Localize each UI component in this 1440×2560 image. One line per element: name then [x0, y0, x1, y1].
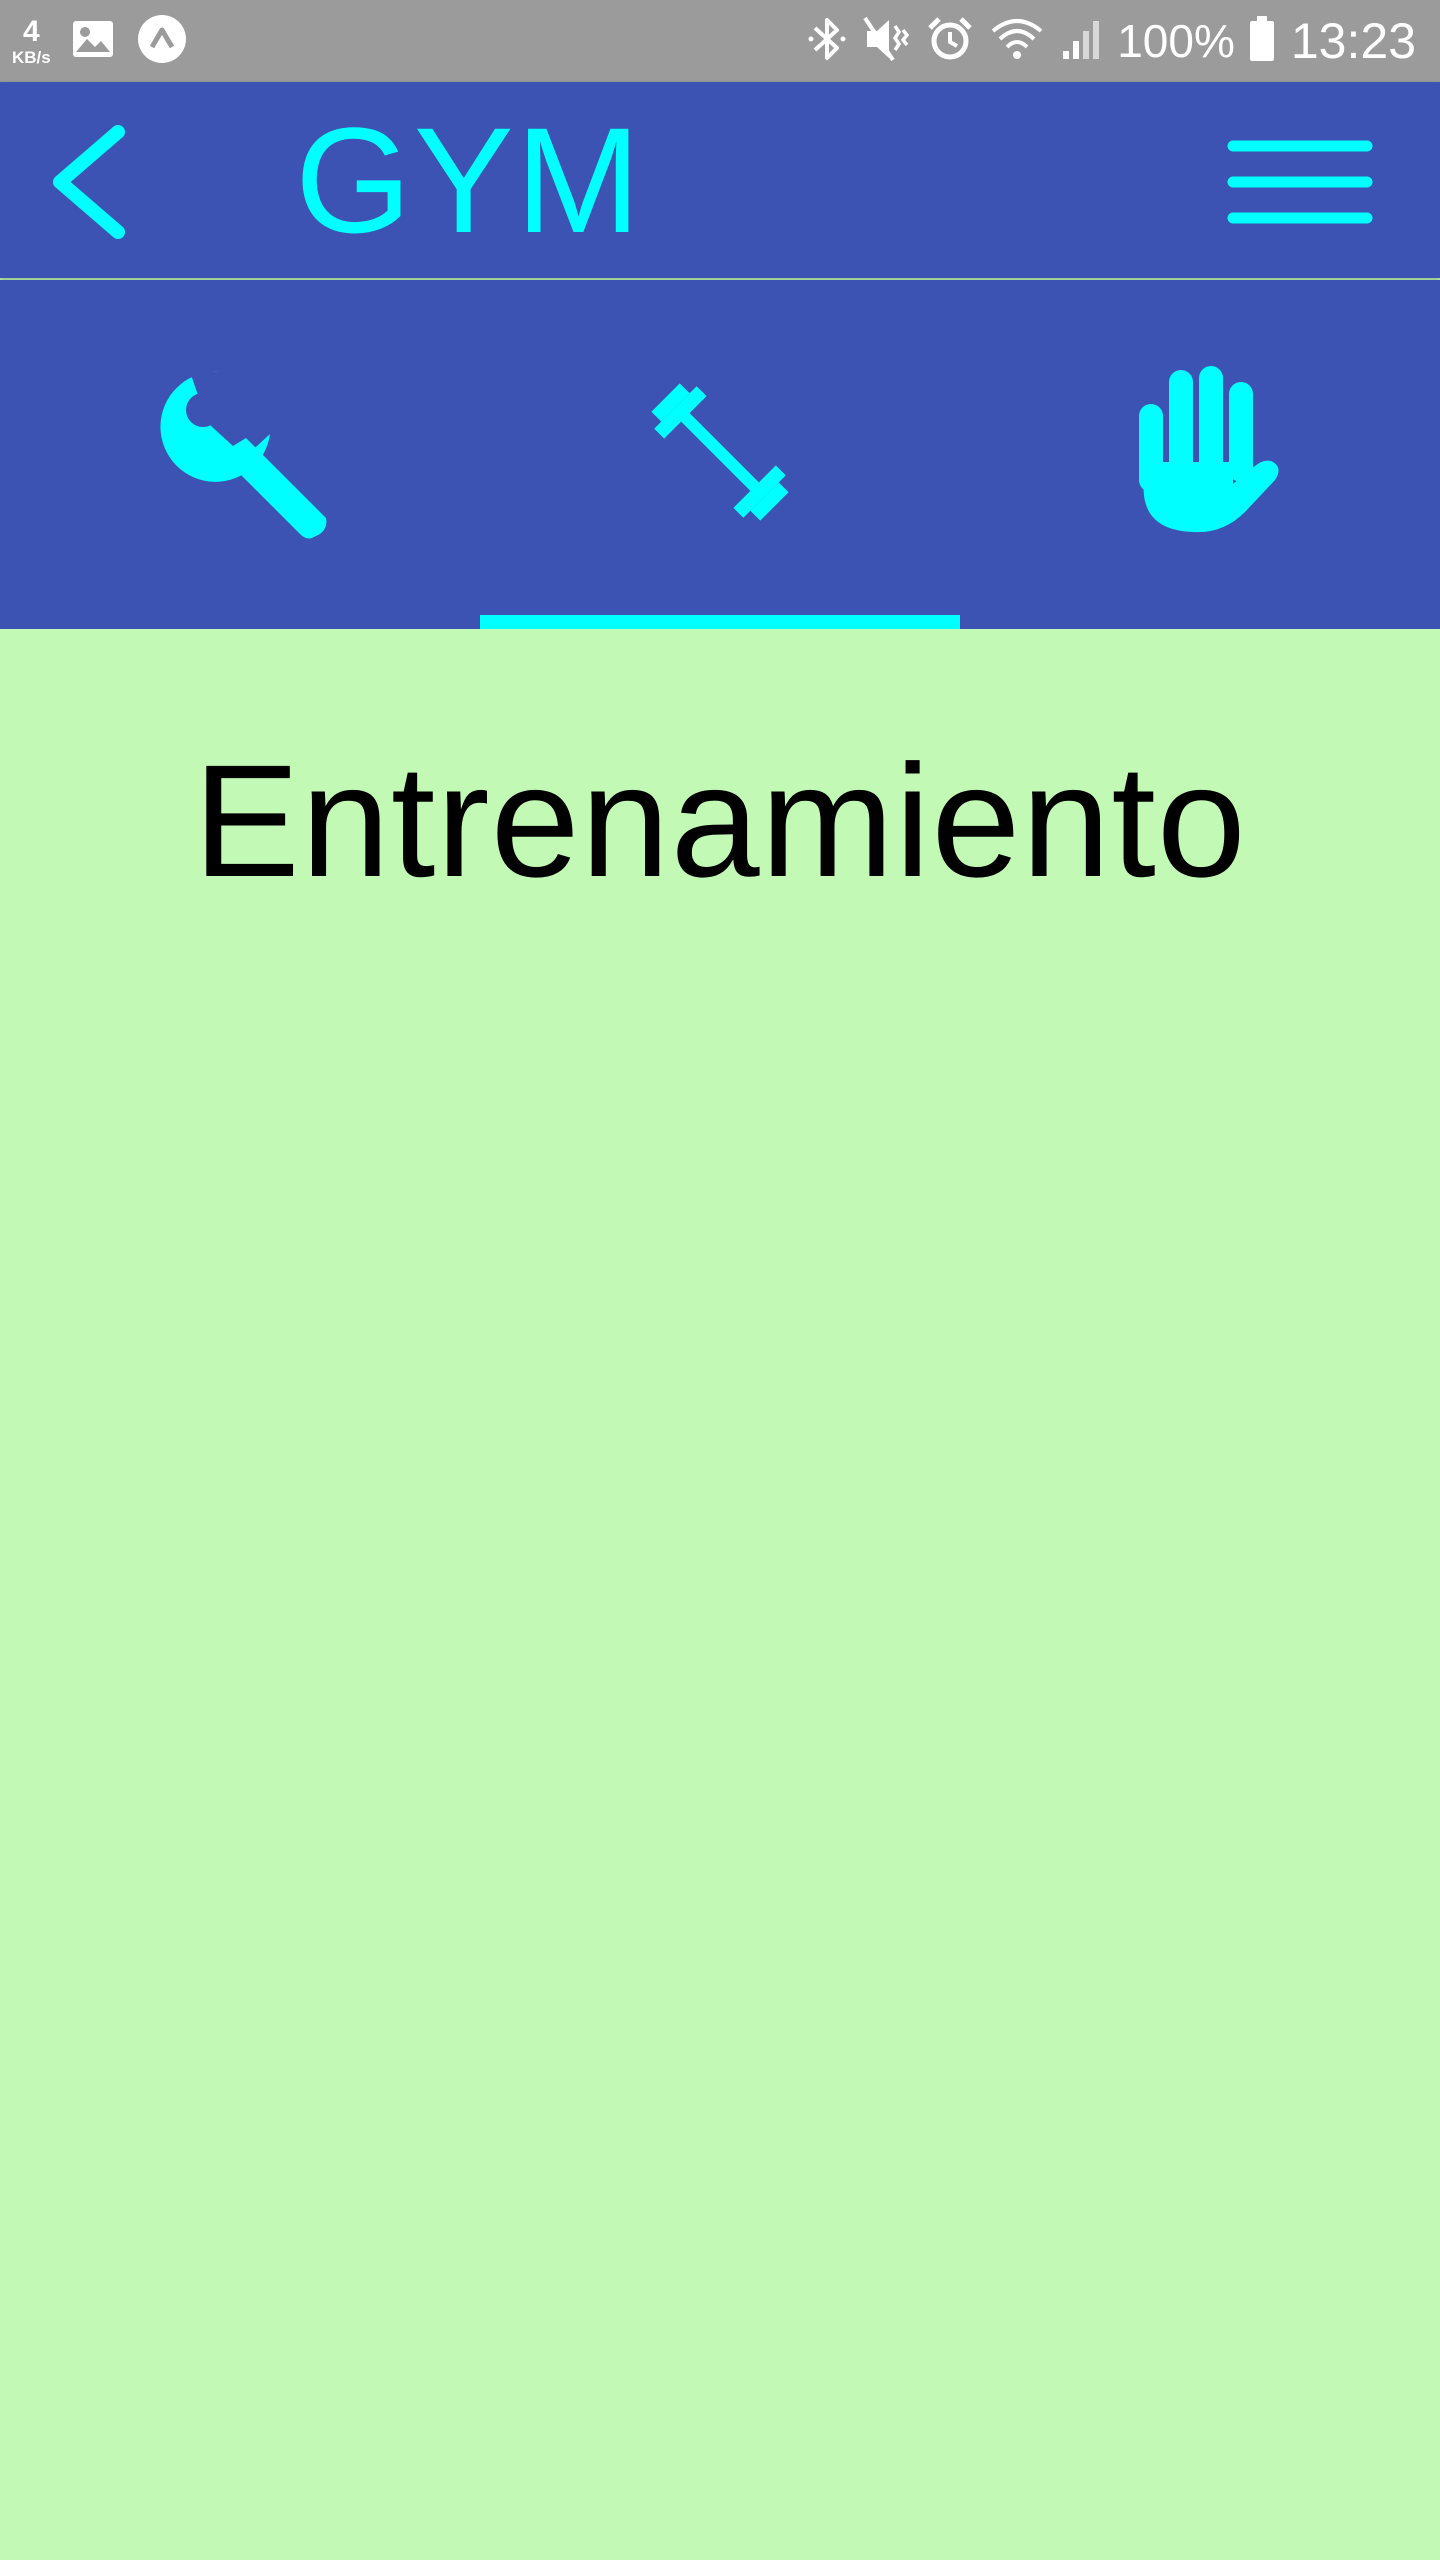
vibrate-icon	[863, 16, 911, 67]
hamburger-menu-icon	[1225, 140, 1375, 236]
network-speed: 4 KB/s	[12, 14, 51, 67]
wrench-icon	[150, 362, 330, 547]
chevron-left-icon	[40, 125, 150, 244]
back-button[interactable]	[40, 120, 150, 240]
alarm-icon	[927, 16, 973, 67]
hand-icon	[1115, 362, 1285, 547]
app-bar: GYM	[0, 82, 1440, 278]
battery-percent: 100%	[1117, 15, 1235, 67]
dumbbell-icon	[635, 367, 805, 542]
network-speed-value: 4	[23, 14, 40, 48]
app-title: GYM	[295, 96, 643, 264]
selected-tab-indicator	[480, 615, 960, 629]
page-heading: Entrenamiento	[193, 731, 1247, 910]
tab-greeting[interactable]	[960, 280, 1440, 629]
wifi-icon	[989, 17, 1045, 66]
signal-icon	[1061, 17, 1101, 66]
tab-training[interactable]	[480, 280, 960, 629]
clock: 13:23	[1290, 13, 1416, 69]
network-speed-unit: KB/s	[12, 47, 51, 67]
battery-icon	[1249, 15, 1275, 67]
app-notification-icon	[137, 14, 187, 69]
status-bar: 4 KB/s 100% 13:23	[0, 0, 1440, 82]
menu-button[interactable]	[1225, 132, 1375, 232]
tab-settings[interactable]	[0, 280, 480, 629]
bluetooth-icon	[807, 14, 847, 69]
gallery-icon	[71, 19, 115, 64]
tab-bar	[0, 280, 1440, 629]
content-area: Entrenamiento	[0, 629, 1440, 913]
status-bar-right: 100% 13:23	[807, 0, 1416, 82]
status-bar-left: 4 KB/s	[12, 0, 209, 82]
